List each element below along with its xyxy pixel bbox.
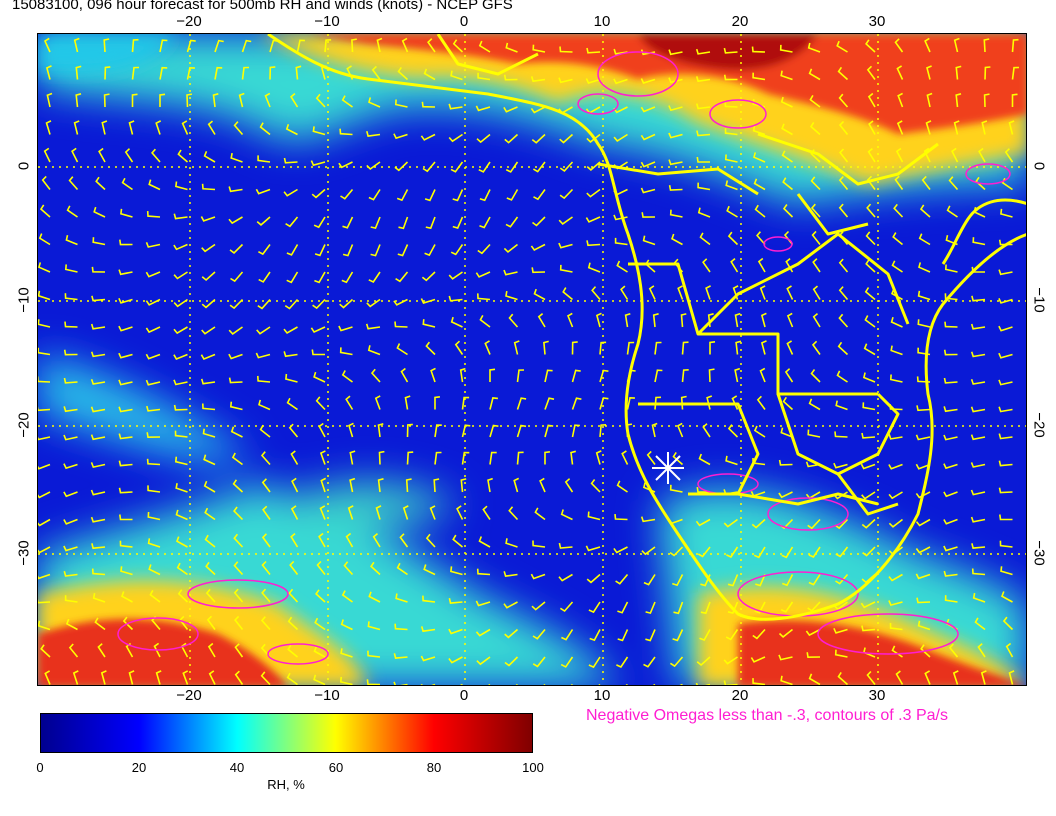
bottom-lon-tick-30e: 30: [868, 687, 886, 704]
right-lat-tick-30s: −30: [1030, 540, 1048, 566]
colorbar-tick-40: 40: [229, 760, 245, 775]
left-lat-tick-30s: −30: [15, 540, 33, 566]
left-lat-tick-20s: −20: [15, 412, 33, 438]
rh-colorbar: [40, 713, 533, 753]
sounding-marker: [652, 452, 684, 484]
colorbar-tick-20: 20: [131, 760, 147, 775]
top-lon-tick-20e: 20: [731, 13, 749, 30]
map-canvas: [38, 34, 1026, 685]
colorbar-tick-100: 100: [522, 760, 544, 775]
bottom-lon-tick-20e: 20: [731, 687, 749, 704]
bottom-lon-tick-0: 0: [459, 687, 469, 704]
colorbar-label: RH, %: [267, 777, 305, 792]
colorbar-tick-80: 80: [426, 760, 442, 775]
map-title: 15083100, 096 hour forecast for 500mb RH…: [12, 0, 513, 13]
right-lat-tick-20s: −20: [1030, 412, 1048, 438]
colorbar-tick-0: 0: [36, 760, 44, 775]
rh-wind-map: [37, 33, 1027, 686]
top-lon-tick-30e: 30: [868, 13, 886, 30]
left-lat-tick-10s: −10: [15, 287, 33, 313]
top-lon-tick-10e: 10: [593, 13, 611, 30]
right-lat-tick-10s: −10: [1030, 287, 1048, 313]
omega-contour-note: Negative Omegas less than -.3, contours …: [586, 707, 948, 724]
bottom-lon-tick-20w: −20: [176, 687, 202, 704]
right-lat-tick-0: 0: [1030, 161, 1048, 171]
bottom-lon-tick-10e: 10: [593, 687, 611, 704]
left-lat-tick-0: 0: [15, 161, 33, 171]
colorbar-tick-60: 60: [328, 760, 344, 775]
top-lon-tick-0: 0: [459, 13, 469, 30]
top-lon-tick-20w: −20: [176, 13, 202, 30]
bottom-lon-tick-10w: −10: [314, 687, 340, 704]
top-lon-tick-10w: −10: [314, 13, 340, 30]
